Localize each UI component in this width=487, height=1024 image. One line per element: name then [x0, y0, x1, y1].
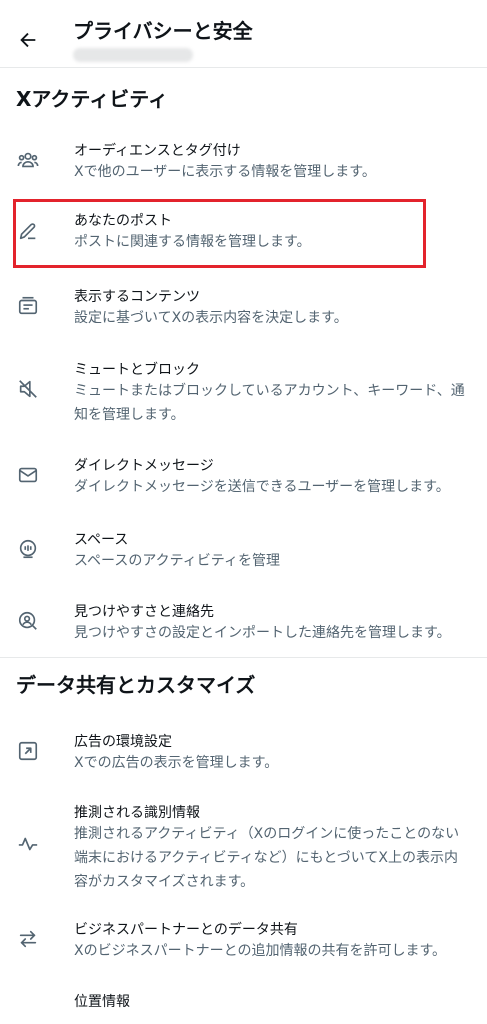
top-bar: プライバシーと安全 [0, 0, 487, 68]
settings-item-title: オーディエンスとタグ付け [74, 143, 241, 159]
section-title-data-sharing: データ共有とカスタマイズ [16, 673, 256, 697]
settings-item-business-partners[interactable]: ビジネスパートナーとのデータ共有 Xのビジネスパートナーとの追加情報の共有を許可… [0, 915, 487, 975]
people-icon [16, 148, 40, 172]
settings-item-ads-preferences[interactable]: 広告の環境設定 Xでの広告の表示を管理します。 [0, 727, 487, 787]
settings-item-mute-block[interactable]: ミュートとブロック ミュートまたはブロックしているアカウント、キーワード、通知を… [0, 355, 487, 439]
pencil-icon [16, 219, 40, 243]
settings-item-title: 見つけやすさと連絡先 [74, 604, 214, 620]
swap-arrows-icon [16, 927, 40, 951]
envelope-icon [16, 463, 40, 487]
settings-item-description: ダイレクトメッセージを送信できるユーザーを管理します。 [74, 479, 450, 495]
spaces-icon [16, 537, 40, 561]
arrow-left-icon [17, 29, 39, 51]
settings-item-description: Xのビジネスパートナーとの追加情報の共有を許可します。 [74, 943, 447, 959]
settings-item-audience[interactable]: オーディエンスとタグ付け Xで他のユーザーに表示する情報を管理します。 [0, 136, 487, 196]
settings-item-description: Xでの広告の表示を管理します。 [74, 755, 279, 771]
settings-item-description: スペースのアクティビティを管理 [74, 553, 280, 569]
settings-item-title: 推測される識別情報 [74, 805, 200, 821]
settings-item-title: ビジネスパートナーとのデータ共有 [74, 922, 298, 938]
pulse-icon [16, 832, 40, 856]
settings-item-title: 広告の環境設定 [74, 734, 172, 750]
settings-item-title: あなたのポスト [74, 213, 172, 229]
settings-item-discoverability[interactable]: 見つけやすさと連絡先 見つけやすさの設定とインポートした連絡先を管理します。 [0, 597, 487, 657]
privacy-safety-screen: プライバシーと安全 Xアクティビティ オーディエンスとタグ付け Xで他のユーザー… [0, 0, 487, 1024]
contacts-icon [16, 609, 40, 633]
settings-item-title: ミュートとブロック [74, 362, 200, 378]
back-button[interactable] [12, 24, 44, 56]
settings-item-description: ミュートまたはブロックしているアカウント、キーワード、通知を管理します。 [74, 383, 465, 423]
section-title-activity: Xアクティビティ [16, 87, 169, 111]
section-divider [0, 657, 487, 658]
settings-item-description: 見つけやすさの設定とインポートした連絡先を管理します。 [74, 625, 451, 641]
username-redacted [73, 48, 193, 62]
settings-item-title: スペース [74, 532, 129, 548]
settings-item-your-posts[interactable]: あなたのポスト ポストに関連する情報を管理します。 [0, 206, 487, 266]
content-icon [16, 294, 40, 318]
settings-item-description: ポストに関連する情報を管理します。 [74, 234, 311, 250]
settings-item-title: 表示するコンテンツ [74, 289, 200, 305]
mute-icon [16, 377, 40, 401]
settings-item-spaces[interactable]: スペース スペースのアクティビティを管理 [0, 525, 487, 585]
settings-item-description: 推測されるアクティビティ（Xのログインに使ったことのない端末におけるアクティビテ… [74, 826, 460, 890]
settings-item-title: ダイレクトメッセージ [74, 458, 214, 474]
settings-item-content[interactable]: 表示するコンテンツ 設定に基づいてXの表示内容を決定します。 [0, 282, 487, 342]
page-title: プライバシーと安全 [73, 19, 253, 43]
settings-item-description: 設定に基づいてXの表示内容を決定します。 [74, 310, 348, 326]
settings-item-description: Xで他のユーザーに表示する情報を管理します。 [74, 164, 376, 180]
settings-item-inferred-identity[interactable]: 推測される識別情報 推測されるアクティビティ（Xのログインに使ったことのない端末… [0, 798, 487, 890]
settings-item-direct-messages[interactable]: ダイレクトメッセージ ダイレクトメッセージを送信できるユーザーを管理します。 [0, 451, 487, 511]
ads-icon [16, 739, 40, 763]
settings-item-title: 位置情報 [74, 994, 130, 1010]
settings-item-location[interactable]: 位置情報 [0, 988, 487, 1024]
